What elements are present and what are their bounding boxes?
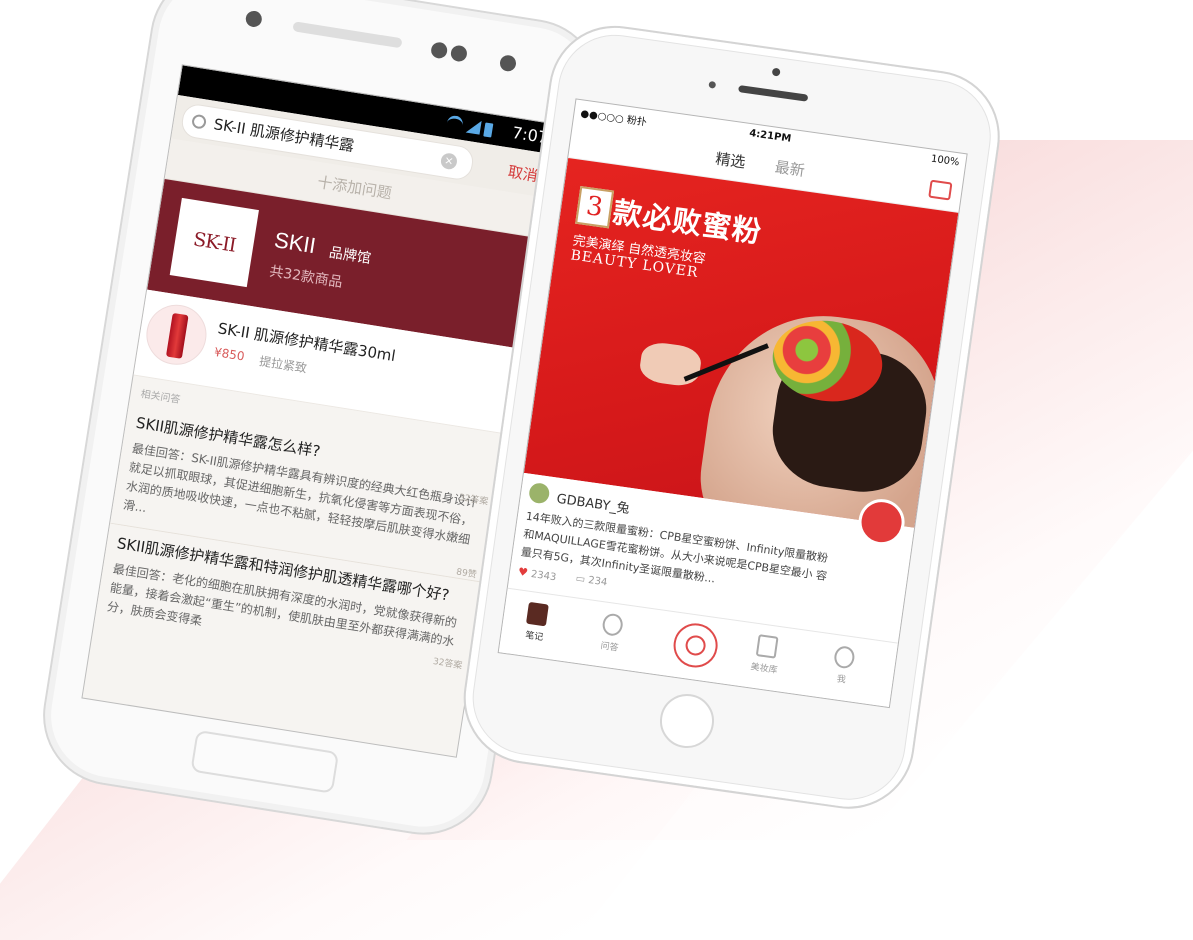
- battery-level: 100%: [930, 153, 961, 169]
- brand-name: SKII: [272, 227, 318, 259]
- tab-latest[interactable]: 最新: [774, 156, 807, 181]
- battery-icon: [483, 122, 494, 138]
- tab-qa-label: 问答: [599, 641, 620, 654]
- comment-count-value: 234: [587, 574, 608, 589]
- product-feature: 提拉紧致: [258, 354, 308, 376]
- model-hand: [637, 340, 703, 389]
- search-center-button[interactable]: [670, 620, 721, 671]
- brand-tag: 品牌馆: [327, 244, 372, 268]
- tab-me[interactable]: 我: [816, 643, 871, 689]
- hero-banner[interactable]: 3 款必败蜜粉 完美演绎 自然透亮妆容 BEAUTY LOVER: [523, 157, 959, 528]
- tab-qa[interactable]: 问答: [584, 610, 639, 656]
- hero-number: 3: [575, 185, 615, 229]
- product-price: ¥850: [213, 344, 246, 364]
- qa-like-count: 89赞: [455, 567, 478, 581]
- brand-logo: SK-II: [169, 197, 259, 288]
- product-thumbnail: [142, 300, 211, 370]
- tab-notes-label: 笔记: [524, 630, 544, 644]
- tab-beauty-library[interactable]: 美妆库: [739, 632, 794, 678]
- tab-library-label: 美妆库: [749, 662, 779, 677]
- profile-icon: [832, 644, 856, 670]
- cosmetics-icon: [755, 634, 779, 659]
- bottle-icon: [165, 312, 189, 359]
- tab-featured[interactable]: 精选: [714, 148, 747, 173]
- brand-product-count: 共32款商品: [268, 263, 344, 291]
- heart-icon: ♥: [517, 565, 529, 580]
- signal-icon: [465, 118, 482, 135]
- tab-me-label: 我: [836, 674, 847, 686]
- tab-notes[interactable]: 笔记: [509, 600, 564, 646]
- lightbulb-icon: [601, 612, 625, 637]
- post-body: 14年败入的三款限量蜜粉：CPB星空蜜粉饼、Infinity限量散粉和MAQUI…: [520, 509, 829, 586]
- comment-count[interactable]: ▭ 234: [575, 573, 608, 588]
- comment-icon: ▭: [574, 573, 586, 586]
- like-count-value: 2343: [530, 568, 557, 584]
- camera-icon[interactable]: [928, 179, 953, 201]
- user-avatar[interactable]: [527, 481, 551, 505]
- notes-icon: [525, 601, 549, 627]
- wifi-icon: [445, 114, 465, 134]
- like-count[interactable]: ♥ 2343: [517, 565, 557, 583]
- iphone-screen: ●●○○○ 粉扑 4:21PM 100% 精选 最新 3 款必败蜜粉 完美演绎 …: [497, 98, 968, 709]
